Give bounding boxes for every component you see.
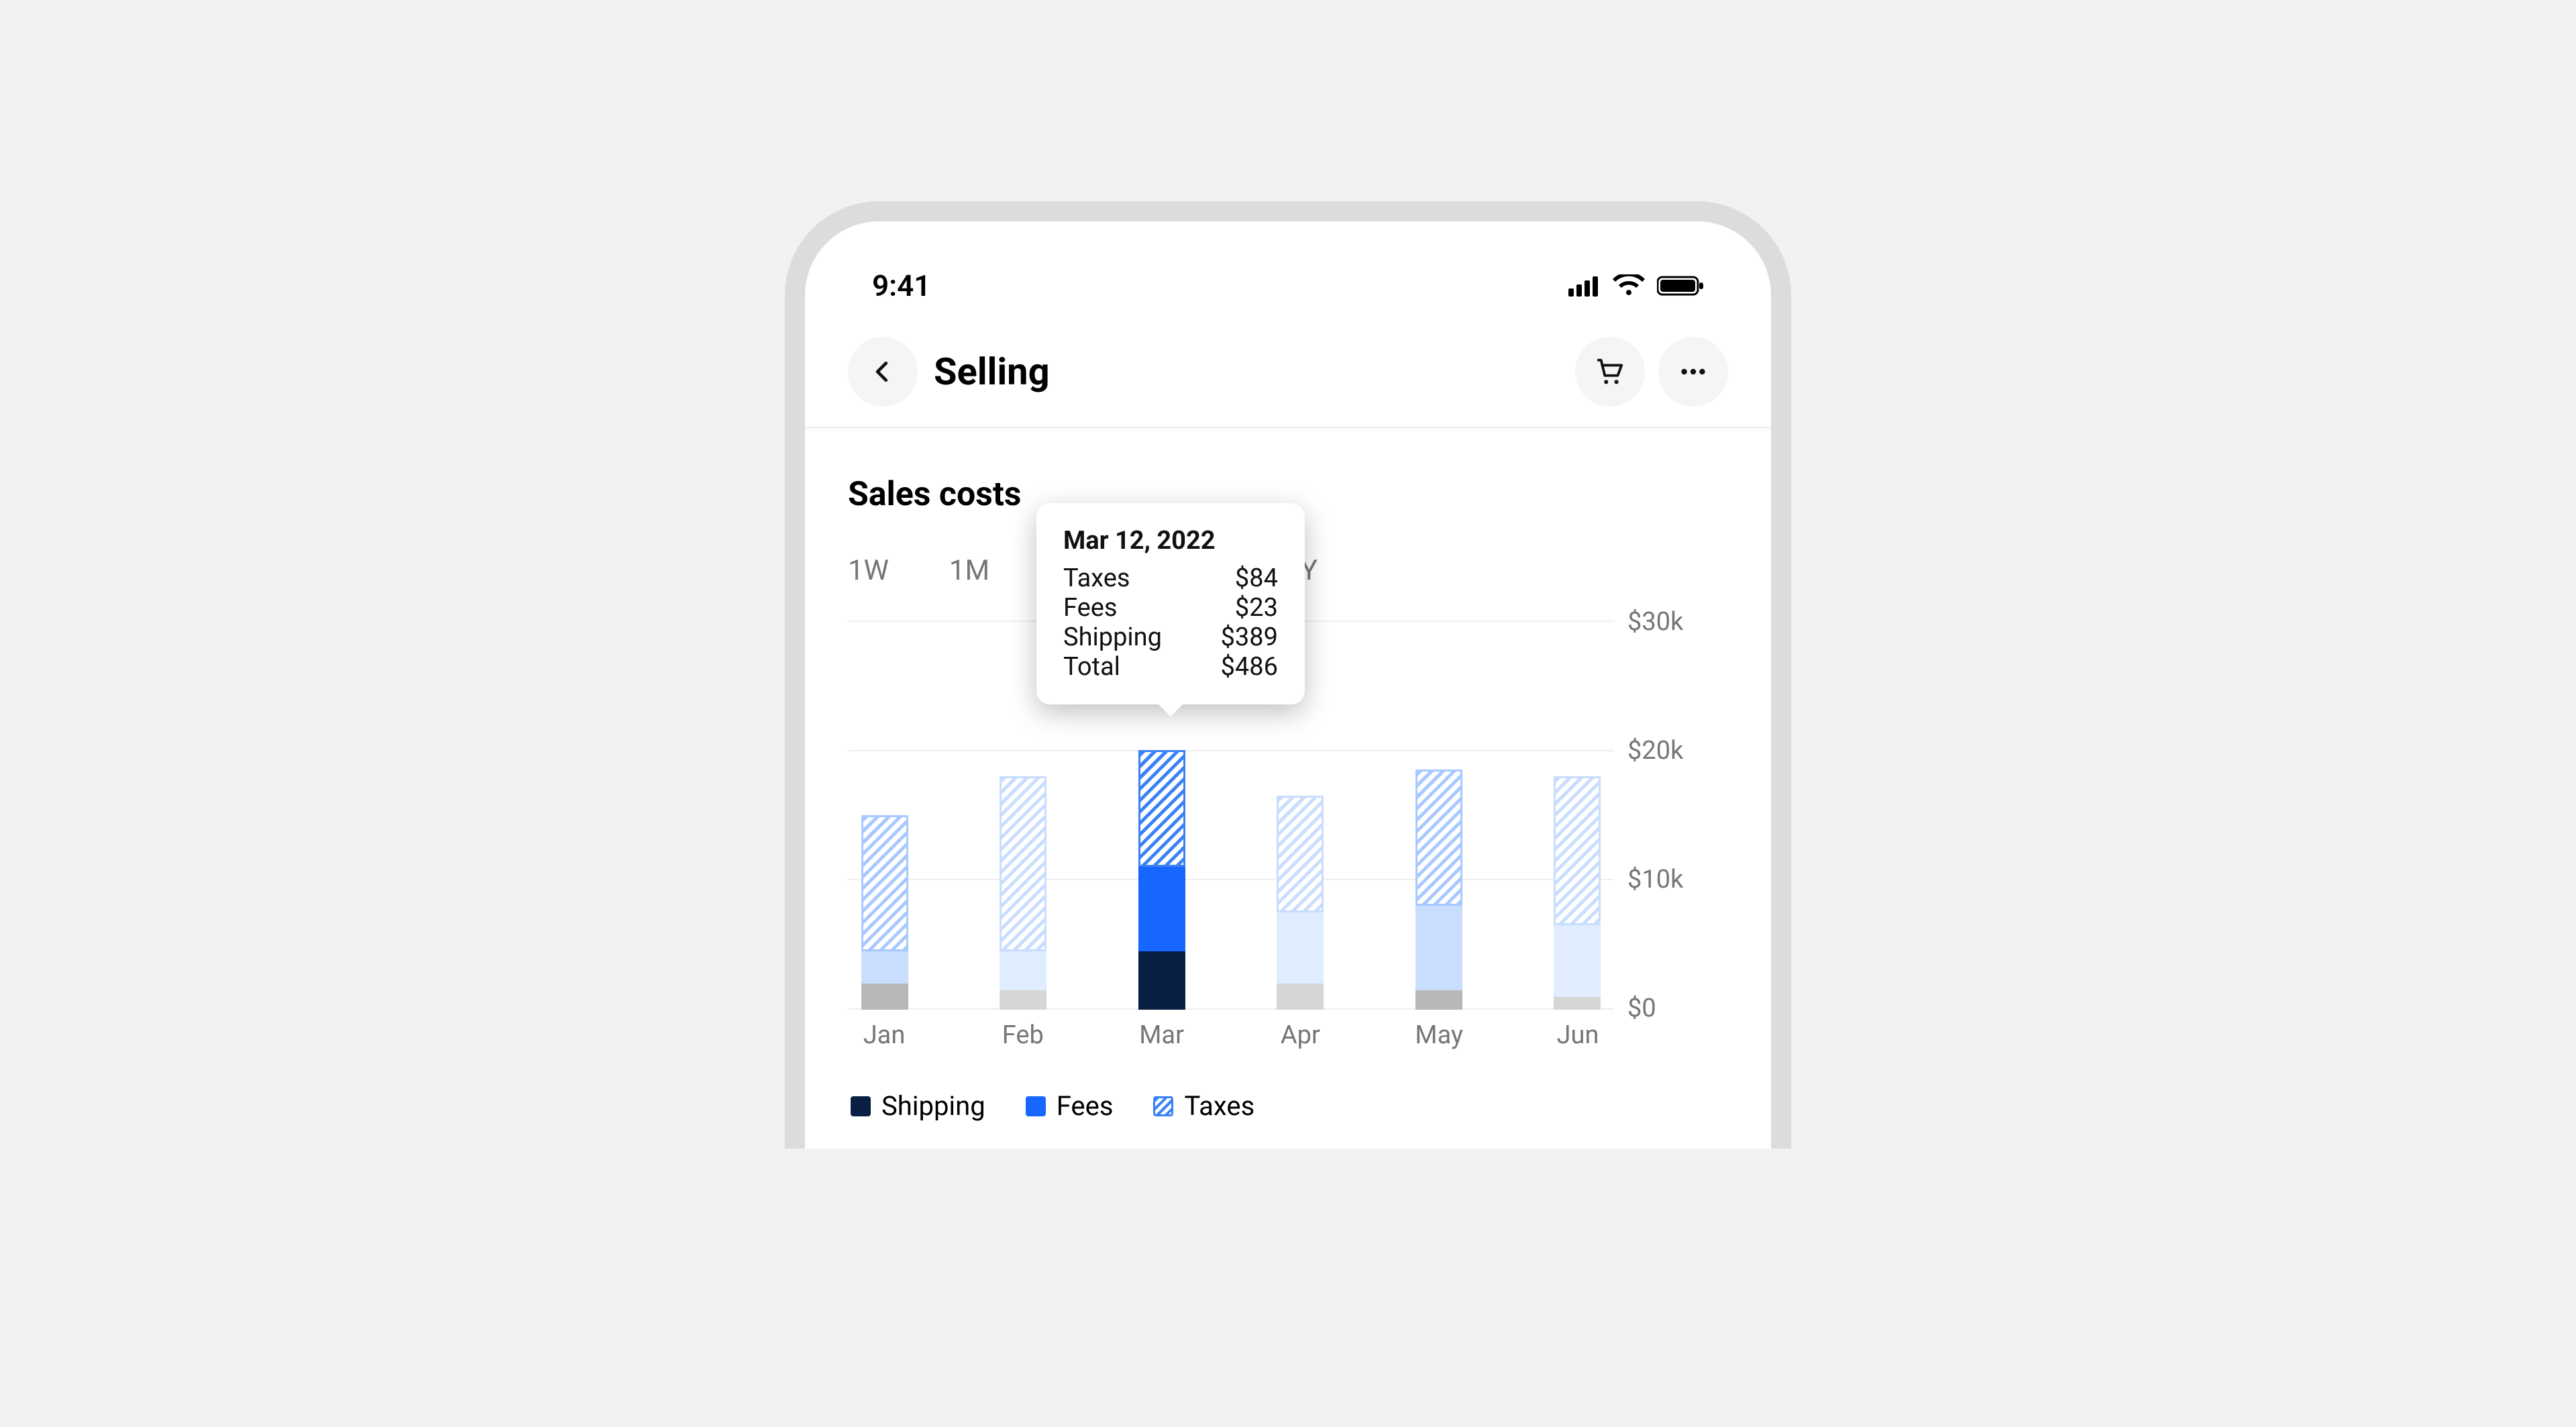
bar-segment: [1554, 997, 1601, 1010]
cart-button[interactable]: [1575, 337, 1645, 407]
legend-item-shipping: Shipping: [851, 1090, 985, 1122]
swatch-fees: [1026, 1096, 1046, 1116]
y-tick: $20k: [1627, 736, 1728, 765]
more-icon: [1678, 356, 1709, 387]
x-tick: Mar: [1128, 1020, 1195, 1050]
status-time: 9:41: [872, 268, 930, 303]
legend-label: Taxes: [1184, 1090, 1254, 1122]
bar-segment: [1277, 984, 1324, 1010]
tooltip-date: Mar 12, 2022: [1063, 526, 1278, 556]
x-tick: Jun: [1544, 1020, 1611, 1050]
nav-title: Selling: [934, 350, 1050, 394]
chevron-left-icon: [870, 359, 896, 384]
range-tab-1m[interactable]: 1M: [949, 554, 989, 587]
tooltip-value: $23: [1235, 593, 1278, 623]
y-tick: $10k: [1627, 865, 1728, 894]
bar-segment: [1138, 750, 1185, 867]
x-axis-labels: Jan Feb Mar Apr May Jun: [848, 1020, 1614, 1050]
y-tick: $30k: [1627, 607, 1728, 637]
bar-segment: [1000, 776, 1046, 951]
battery-icon: [1657, 275, 1704, 297]
legend-label: Fees: [1057, 1090, 1114, 1122]
wifi-icon: [1613, 274, 1645, 297]
bar-segment: [1554, 925, 1601, 996]
y-tick: $0: [1627, 994, 1728, 1023]
status-bar: 9:41: [845, 262, 1731, 330]
status-icons: [1568, 274, 1704, 297]
tooltip-row: Total $486: [1063, 652, 1278, 682]
tooltip-label: Shipping: [1063, 623, 1162, 652]
swatch-taxes: [1153, 1096, 1173, 1116]
legend-item-taxes: Taxes: [1153, 1090, 1254, 1122]
bar-segment: [1415, 906, 1462, 990]
tooltip-label: Taxes: [1063, 564, 1130, 593]
chart-legend: Shipping Fees Taxes: [848, 1050, 1728, 1149]
tooltip-value: $389: [1221, 623, 1278, 652]
bar-segment: [861, 815, 908, 951]
chart: Mar 12, 2022 Taxes$84 Fees$23 Shipping$3…: [845, 621, 1731, 1149]
x-tick: Feb: [989, 1020, 1057, 1050]
tooltip-value: $84: [1235, 564, 1278, 593]
x-tick: May: [1405, 1020, 1472, 1050]
y-axis-labels: $30k $20k $10k $0: [1627, 607, 1728, 1023]
nav-left: Selling: [848, 337, 1050, 407]
bar-jan[interactable]: [861, 815, 908, 1010]
bar-segment: [1277, 796, 1324, 912]
chart-tooltip: Mar 12, 2022 Taxes $84 Fees $23 Shipping $3…: [1036, 503, 1305, 704]
x-tick: Jan: [851, 1020, 918, 1050]
phone-frame: 9:41 Selling Sales costs 1W 1M 1Y: [785, 201, 1791, 1149]
tooltip-label: Fees: [1063, 593, 1118, 623]
legend-item-fees: Fees: [1026, 1090, 1114, 1122]
tooltip-row: Taxes $84: [1063, 564, 1278, 593]
bar-segment: [861, 951, 908, 984]
tooltip-row: Shipping $389: [1063, 623, 1278, 652]
back-button[interactable]: [848, 337, 918, 407]
bar-segment: [1138, 867, 1185, 951]
tooltip-row: Fees $23: [1063, 593, 1278, 623]
bar-mar[interactable]: [1138, 750, 1185, 1010]
bar-segment: [1415, 990, 1462, 1010]
nav-right: [1575, 337, 1728, 407]
bar-segment: [1000, 990, 1046, 1010]
bar-apr[interactable]: [1277, 796, 1324, 1010]
bar-may[interactable]: [1415, 770, 1462, 1010]
nav-bar: Selling: [845, 330, 1731, 427]
bar-feb[interactable]: [1000, 776, 1046, 1010]
tooltip-value: $486: [1221, 652, 1278, 682]
bar-segment: [1415, 770, 1462, 906]
bar-jun[interactable]: [1554, 776, 1601, 1010]
range-tab-1w[interactable]: 1W: [848, 554, 889, 587]
tooltip-label: Total: [1063, 652, 1120, 682]
legend-label: Shipping: [881, 1090, 985, 1122]
cart-icon: [1595, 356, 1625, 387]
bar-segment: [1554, 776, 1601, 925]
more-button[interactable]: [1658, 337, 1728, 407]
bar-segment: [861, 984, 908, 1010]
bar-segment: [1138, 951, 1185, 1010]
bar-segment: [1000, 951, 1046, 990]
swatch-shipping: [851, 1096, 871, 1116]
cellular-icon: [1568, 275, 1601, 297]
bar-segment: [1277, 912, 1324, 984]
x-tick: Apr: [1267, 1020, 1334, 1050]
